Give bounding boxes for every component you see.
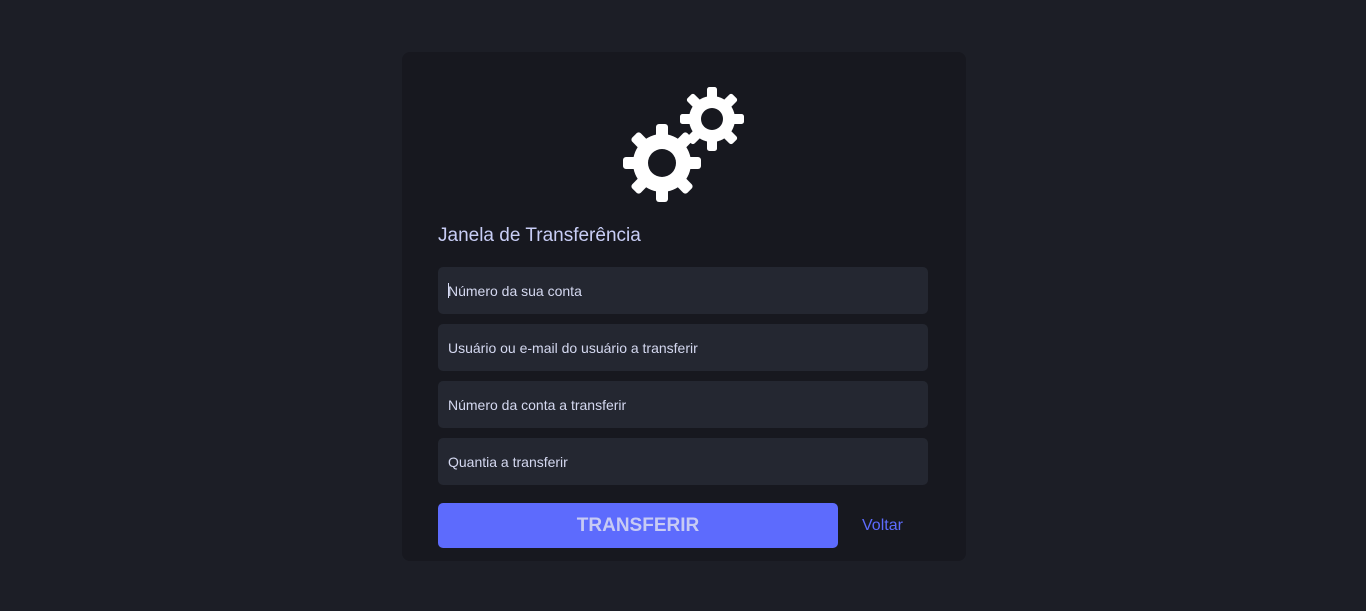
account-number-field[interactable]	[438, 267, 928, 314]
recipient-user-field[interactable]	[438, 324, 928, 371]
transfer-button[interactable]: TRANSFERIR	[438, 503, 838, 548]
page-title: Janela de Transferência	[438, 225, 641, 246]
text-cursor	[448, 283, 449, 298]
gears-icon	[623, 87, 744, 202]
transfer-card: Janela de Transferência TRANSFERIR Volta…	[402, 52, 966, 561]
amount-field[interactable]	[438, 438, 928, 485]
recipient-account-field[interactable]	[438, 381, 928, 428]
back-link[interactable]: Voltar	[862, 517, 903, 535]
